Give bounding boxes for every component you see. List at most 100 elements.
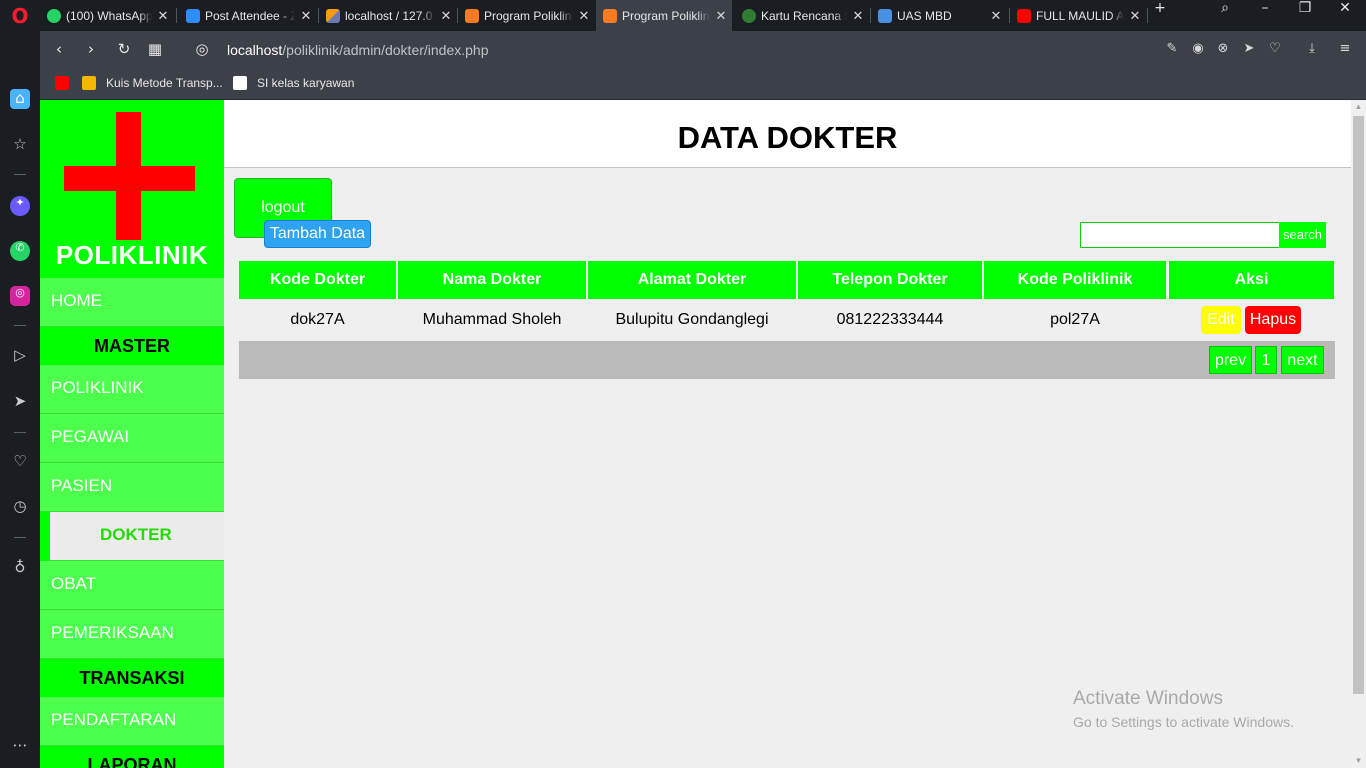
cell-telepon-dokter: 081222333444 bbox=[836, 311, 944, 328]
add-data-button[interactable]: Tambah Data bbox=[264, 220, 371, 248]
reload-icon[interactable]: ↻ bbox=[114, 40, 134, 60]
whatsapp-icon[interactable]: ✆ bbox=[10, 241, 30, 261]
history-icon[interactable]: ◷ bbox=[10, 497, 30, 517]
search-button[interactable]: search bbox=[1279, 222, 1326, 248]
column-header: Alamat Dokter bbox=[588, 261, 796, 299]
page-1-button[interactable]: 1 bbox=[1255, 346, 1277, 374]
bookmark-youtube[interactable] bbox=[55, 76, 79, 90]
menu-item-poliklinik[interactable]: POLIKLINIK bbox=[40, 365, 224, 414]
xampp-icon bbox=[465, 8, 479, 23]
tabs-grid-icon[interactable]: ▦ bbox=[145, 40, 165, 60]
tab-title: Program Poliklinik bbox=[622, 8, 710, 23]
bookmark-kuis[interactable]: Kuis Metode Transp... bbox=[82, 76, 223, 90]
maximize-icon[interactable]: ❐ bbox=[1285, 0, 1325, 31]
camera-icon[interactable]: ◉ bbox=[1189, 41, 1207, 59]
tab-phpmyadmin[interactable]: localhost / 127.0.0.1 ✕ bbox=[319, 0, 457, 31]
close-tab-icon[interactable]: ✕ bbox=[152, 8, 174, 24]
back-icon[interactable]: ‹ bbox=[49, 40, 69, 60]
close-tab-icon[interactable]: ✕ bbox=[573, 8, 595, 24]
activate-windows-watermark: Activate Windows Go to Settings to activ… bbox=[1073, 688, 1294, 730]
download-icon[interactable]: ⤓ bbox=[1303, 41, 1321, 59]
send-icon[interactable]: ➤ bbox=[1240, 41, 1258, 59]
tab-program-poliklinik[interactable]: Program Poliklinik ✕ bbox=[458, 0, 595, 31]
opera-logo-icon[interactable]: O bbox=[10, 6, 30, 26]
menu-item-pasien[interactable]: PASIEN bbox=[40, 463, 224, 512]
scrollbar-thumb[interactable] bbox=[1353, 116, 1364, 694]
menu-item-dokter[interactable]: DOKTER bbox=[40, 512, 224, 561]
close-tab-icon[interactable]: ✕ bbox=[985, 8, 1007, 24]
menu-heading-laporan: LAPORAN bbox=[40, 746, 224, 768]
menu-item-pemeriksaan[interactable]: PEMERIKSAAN bbox=[40, 610, 224, 659]
globe-icon[interactable]: ◎ bbox=[192, 40, 212, 60]
url-host: localhost bbox=[227, 42, 283, 58]
page-title: DATA DOKTER bbox=[677, 120, 898, 155]
home-icon[interactable]: ⌂ bbox=[10, 89, 30, 109]
opera-sidebar: ⌂ ☆ ✦ ✆ ◎ ▷ ➤ ♡ ◷ ♁ ⋯ bbox=[0, 31, 40, 768]
prev-page-button[interactable]: prev bbox=[1209, 346, 1252, 374]
side-menu: POLIKLINIK HOME MASTER POLIKLINIK PEGAWA… bbox=[40, 100, 224, 768]
scroll-up-icon[interactable]: ▲ bbox=[1351, 100, 1366, 114]
minimize-icon[interactable]: – bbox=[1245, 0, 1285, 31]
youtube-icon bbox=[1017, 8, 1031, 23]
close-tab-icon[interactable]: ✕ bbox=[435, 8, 457, 24]
cell-kode-poliklinik: pol27A bbox=[1050, 311, 1100, 328]
menu-icon[interactable]: ≡ bbox=[1336, 41, 1354, 59]
tab-uas-mbd[interactable]: UAS MBD ✕ bbox=[871, 0, 1007, 31]
menu-item-pegawai[interactable]: PEGAWAI bbox=[40, 414, 224, 463]
next-page-button[interactable]: next bbox=[1281, 346, 1324, 374]
search-input[interactable] bbox=[1080, 222, 1280, 248]
menu-item-home[interactable]: HOME bbox=[40, 278, 224, 327]
tab-kartu-rencana-studi[interactable]: Kartu Rencana Studi ✕ bbox=[735, 0, 869, 31]
column-header: Kode Poliklinik bbox=[984, 261, 1166, 299]
logo: POLIKLINIK bbox=[40, 100, 224, 278]
messenger-icon[interactable]: ✦ bbox=[10, 196, 30, 216]
heart-icon[interactable]: ♡ bbox=[10, 452, 30, 472]
menu-heading-transaksi: TRANSAKSI bbox=[40, 659, 224, 697]
bookmarks-bar: Kuis Metode Transp... SI kelas karyawan bbox=[40, 69, 1366, 100]
phpmyadmin-icon bbox=[326, 8, 340, 23]
bookmark-si-kelas[interactable]: SI kelas karyawan bbox=[233, 76, 354, 90]
pagination-bar bbox=[239, 341, 1335, 379]
cell-nama-dokter: Muhammad Sholeh bbox=[422, 311, 562, 328]
tab-strip: O (100) WhatsApp ✕ Post Attendee - Zoom … bbox=[0, 0, 1366, 31]
lightbulb-icon[interactable]: ♁ bbox=[10, 558, 30, 578]
person-icon bbox=[233, 76, 247, 90]
tab-title: (100) WhatsApp bbox=[66, 8, 152, 23]
close-tab-icon[interactable]: ✕ bbox=[295, 8, 317, 24]
send-icon[interactable]: ➤ bbox=[10, 392, 30, 412]
url-field[interactable]: localhost/poliklinik/admin/dokter/index.… bbox=[227, 42, 489, 58]
tab-title: UAS MBD bbox=[897, 8, 952, 23]
more-icon[interactable]: ⋯ bbox=[10, 736, 30, 756]
tab-title: Post Attendee - Zoom bbox=[205, 8, 295, 23]
page-scrollbar[interactable]: ▲ ▼ bbox=[1351, 100, 1366, 768]
menu-item-obat[interactable]: OBAT bbox=[40, 561, 224, 610]
heart-icon[interactable]: ♡ bbox=[1266, 41, 1284, 59]
cell-alamat-dokter: Bulupitu Gondanglegi bbox=[615, 311, 769, 328]
tab-zoom[interactable]: Post Attendee - Zoom ✕ bbox=[179, 0, 317, 31]
share-icon[interactable]: ✎ bbox=[1163, 41, 1181, 59]
address-bar: ‹ › ↻ ▦ ◎ localhost/poliklinik/admin/dok… bbox=[40, 31, 1366, 69]
tab-title: Kartu Rencana Studi bbox=[761, 8, 847, 23]
tab-youtube[interactable]: FULL MAULID AL ✕ bbox=[1010, 0, 1146, 31]
menu-item-pendaftaran[interactable]: PENDAFTARAN bbox=[40, 697, 224, 746]
player-icon[interactable]: ▷ bbox=[10, 346, 30, 366]
classroom-icon bbox=[878, 8, 892, 23]
column-header: Nama Dokter bbox=[398, 261, 586, 299]
tab-whatsapp[interactable]: (100) WhatsApp ✕ bbox=[40, 0, 174, 31]
edit-button[interactable]: Edit bbox=[1201, 306, 1241, 334]
watermark-subtitle: Go to Settings to activate Windows. bbox=[1073, 714, 1294, 730]
scroll-down-icon[interactable]: ▼ bbox=[1351, 754, 1366, 768]
adblock-icon[interactable]: ⊗ bbox=[1214, 41, 1232, 59]
xampp-icon bbox=[603, 8, 617, 23]
new-tab-icon[interactable]: + bbox=[1140, 0, 1180, 31]
star-icon[interactable]: ☆ bbox=[10, 135, 30, 155]
tab-program-poliklinik-active[interactable]: Program Poliklinik ✕ bbox=[596, 0, 732, 31]
delete-button[interactable]: Hapus bbox=[1245, 306, 1301, 334]
close-window-icon[interactable]: ✕ bbox=[1325, 0, 1365, 31]
instagram-icon[interactable]: ◎ bbox=[10, 286, 30, 306]
search-tabs-icon[interactable]: ⌕ bbox=[1205, 0, 1245, 31]
close-tab-icon[interactable]: ✕ bbox=[710, 8, 732, 24]
forward-icon[interactable]: › bbox=[81, 40, 101, 60]
column-header: Telepon Dokter bbox=[798, 261, 982, 299]
close-tab-icon[interactable]: ✕ bbox=[847, 8, 869, 24]
